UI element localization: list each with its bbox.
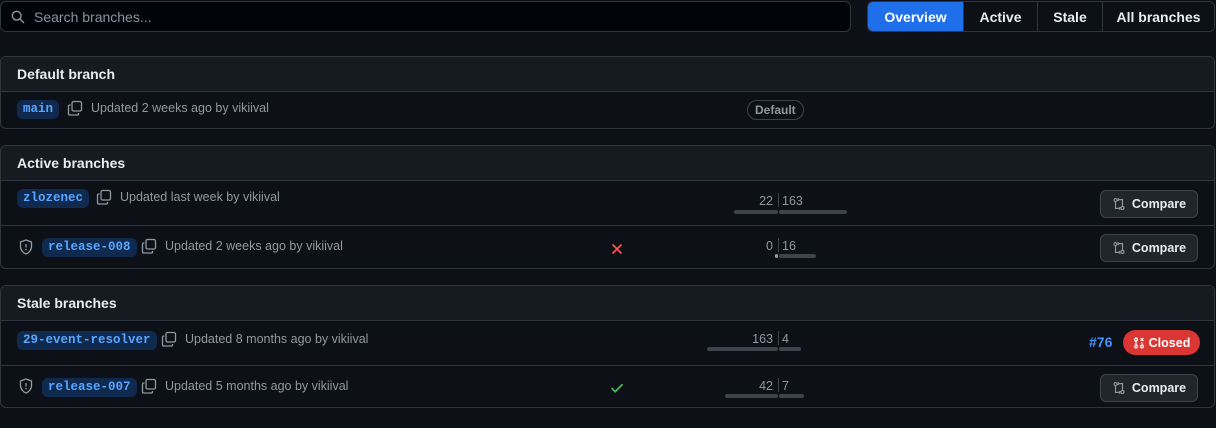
behind-bar <box>725 394 778 398</box>
ahead-bar <box>779 254 816 258</box>
branch-name-link[interactable]: zlozenec <box>17 189 90 208</box>
ahead-count: 7 <box>782 379 789 393</box>
compare-button[interactable]: Compare <box>1100 374 1198 402</box>
copy-icon[interactable] <box>161 331 177 347</box>
branch-updated-meta: Updated 2 weeks ago by vikiival <box>91 101 269 115</box>
behind-count: 22 <box>759 194 773 208</box>
panel-title: Active branches <box>1 146 1214 181</box>
branch-filter-tabs: Overview Active Stale All branches <box>867 1 1215 32</box>
ahead-behind-divider <box>778 331 779 345</box>
x-icon[interactable] <box>610 242 624 256</box>
branch-updated-meta: Updated 2 weeks ago by vikiival <box>165 239 343 253</box>
compare-label: Compare <box>1131 241 1187 255</box>
pr-closed-icon <box>1133 337 1144 349</box>
ahead-bar <box>779 347 801 351</box>
stale-branches-panel: Stale branches 29-event-resolver Updated… <box>0 285 1215 408</box>
ahead-count: 16 <box>782 239 796 253</box>
behind-count: 163 <box>752 332 773 346</box>
compare-button[interactable]: Compare <box>1100 190 1198 218</box>
pr-status-label: Closed <box>1148 335 1191 350</box>
compare-icon <box>1113 197 1125 211</box>
branch-row: 29-event-resolver Updated 8 months ago b… <box>1 321 1214 365</box>
default-badge: Default <box>747 100 804 120</box>
default-branch-panel: Default branch main Updated 2 weeks ago … <box>0 56 1215 129</box>
tab-active[interactable]: Active <box>963 2 1037 31</box>
behind-count: 0 <box>766 239 773 253</box>
branch-row: main Updated 2 weeks ago by vikiival Def… <box>1 92 1214 128</box>
tab-stale[interactable]: Stale <box>1037 2 1102 31</box>
tab-overview[interactable]: Overview <box>868 2 963 31</box>
pull-request-link[interactable]: #76 <box>1089 334 1112 350</box>
ahead-bar <box>779 394 804 398</box>
branch-name-link[interactable]: 29-event-resolver <box>17 331 157 350</box>
behind-count: 42 <box>759 379 773 393</box>
ahead-bar <box>779 210 847 214</box>
branch-updated-meta: Updated 8 months ago by vikiival <box>185 332 369 346</box>
behind-bar <box>707 347 778 351</box>
branch-updated-meta: Updated 5 months ago by vikiival <box>165 379 349 393</box>
copy-icon[interactable] <box>141 238 157 254</box>
ahead-behind-divider <box>778 238 779 252</box>
branch-row: zlozenec Updated last week by vikiival 2… <box>1 181 1214 225</box>
shield-icon <box>19 378 33 394</box>
pr-closed-badge[interactable]: Closed <box>1123 330 1200 355</box>
behind-bar <box>734 210 778 214</box>
branch-name-link[interactable]: main <box>17 100 60 119</box>
behind-bar <box>775 254 778 258</box>
shield-icon <box>19 239 33 255</box>
copy-icon[interactable] <box>96 189 112 205</box>
search-input[interactable] <box>34 2 850 31</box>
branch-row: release-008 Updated 2 weeks ago by vikii… <box>1 225 1214 268</box>
search-icon <box>11 10 25 23</box>
copy-icon[interactable] <box>141 378 157 394</box>
branch-search[interactable] <box>0 1 851 32</box>
active-branches-panel: Active branches zlozenec Updated last we… <box>0 145 1215 269</box>
branch-name-link[interactable]: release-008 <box>42 238 137 257</box>
ahead-count: 163 <box>782 194 803 208</box>
ahead-count: 4 <box>782 332 789 346</box>
compare-icon <box>1113 241 1125 255</box>
compare-icon <box>1113 381 1125 395</box>
tab-all-branches[interactable]: All branches <box>1102 2 1214 31</box>
copy-icon[interactable] <box>67 100 83 116</box>
compare-label: Compare <box>1131 381 1187 395</box>
branch-name-link[interactable]: release-007 <box>42 378 137 397</box>
check-icon[interactable] <box>610 381 624 395</box>
branch-row: release-007 Updated 5 months ago by viki… <box>1 365 1214 407</box>
ahead-behind-divider <box>778 193 779 207</box>
panel-title: Stale branches <box>1 286 1214 321</box>
panel-title: Default branch <box>1 57 1214 92</box>
branch-updated-meta: Updated last week by vikiival <box>120 190 280 204</box>
compare-label: Compare <box>1131 197 1187 211</box>
ahead-behind-divider <box>778 378 779 392</box>
compare-button[interactable]: Compare <box>1100 234 1198 262</box>
